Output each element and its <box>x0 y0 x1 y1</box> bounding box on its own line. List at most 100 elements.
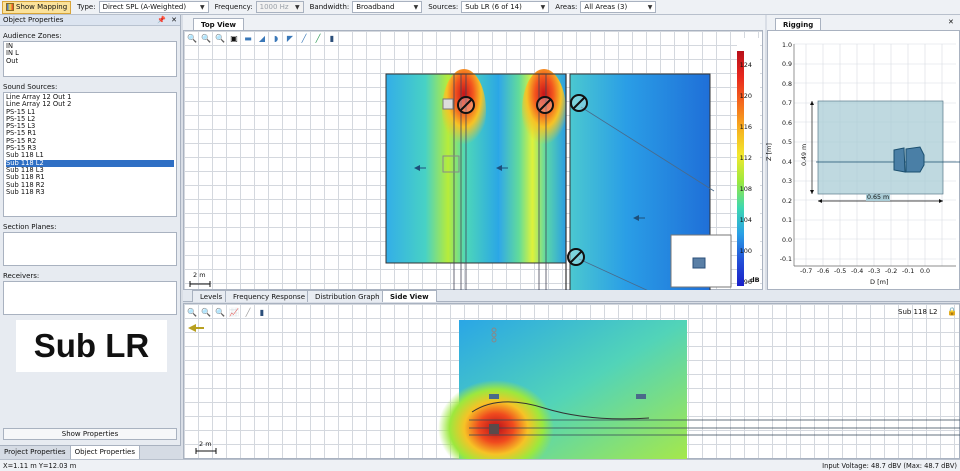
y-tick: -0.1 <box>779 256 792 263</box>
frequency-select[interactable]: 1000 Hz ▼ <box>255 1 304 13</box>
y-tick: 0.3 <box>781 178 792 185</box>
bandwidth-select[interactable]: Broadband ▼ <box>352 1 423 13</box>
lock-icon[interactable]: 🔒 <box>947 307 957 316</box>
y-tick: 0.1 <box>781 217 792 224</box>
section-planes-list[interactable] <box>3 232 177 266</box>
cursor-coordinates: X=1.11 m Y=12.03 m <box>3 461 77 470</box>
map-icon <box>6 3 14 11</box>
panel-header: Object Properties 📌 ✕ <box>0 15 180 26</box>
type-label: Type: <box>77 3 96 11</box>
side-view-canvas[interactable]: 🔍 🔍 🔍 📈 ╱ ▮ 2 m Sub 118 L2 🔒 <box>183 303 960 460</box>
y-tick: 0.5 <box>781 139 792 146</box>
colorbar-tick: 104 <box>739 216 752 224</box>
section-planes-label: Section Planes: <box>3 223 57 231</box>
x-tick: -0.1 <box>902 268 915 275</box>
frequency-select-value: 1000 Hz <box>259 3 289 11</box>
chevron-down-icon: ▼ <box>540 3 546 11</box>
audience-zones-label: Audience Zones: <box>3 32 62 40</box>
type-select-value: Direct SPL (A-Weighted) <box>102 3 187 11</box>
object-properties-panel: Object Properties 📌 ✕ Audience Zones: IN… <box>0 15 181 459</box>
colorbar-tick: 108 <box>739 185 752 193</box>
y-tick: 1.0 <box>781 42 792 49</box>
list-item[interactable]: Out <box>6 57 174 65</box>
sound-sources-list[interactable]: Line Array 12 Out 1 Line Array 12 Out 2 … <box>3 92 177 217</box>
y-axis-label: Z [m] <box>765 143 773 161</box>
status-bar: X=1.11 m Y=12.03 m Input Voltage: 48.7 d… <box>0 459 960 471</box>
input-voltage: Input Voltage: 48.7 dBV (Max: 48.7 dBV) <box>822 461 957 470</box>
chevron-down-icon: ▼ <box>413 3 419 11</box>
colorbar-tick: 116 <box>739 123 752 131</box>
bottom-tabbar: Levels Frequency Response Distribution G… <box>183 290 960 302</box>
top-view-canvas[interactable]: 🔍 🔍 🔍 ▣ ▬ ◢ ◗ ◤ ╱ ╱ ▮ 2 m 124 120 116 11… <box>183 30 763 291</box>
show-mapping-label: Show Mapping <box>16 3 68 11</box>
x-tick: -0.2 <box>885 268 898 275</box>
bandwidth-label: Bandwidth: <box>309 3 350 11</box>
width-dimension: 0.65 m <box>866 194 891 201</box>
rigging-y-ticks: 1.0 0.9 0.8 0.7 0.6 0.5 0.4 0.3 0.2 0.1 … <box>777 33 792 269</box>
rigging-plot <box>793 43 960 267</box>
x-axis-label: D [m] <box>870 278 889 286</box>
y-tick: 0.7 <box>781 100 792 107</box>
x-tick: -0.6 <box>817 268 830 275</box>
tab-distribution-graph[interactable]: Distribution Graph <box>307 290 388 302</box>
y-tick: 0.6 <box>781 120 792 127</box>
list-item[interactable]: IN L <box>6 49 174 57</box>
y-tick: 0.4 <box>781 159 792 166</box>
audience-zones-list[interactable]: IN IN L Out <box>3 41 177 77</box>
scale-label: 2 m <box>193 271 206 279</box>
tab-top-view[interactable]: Top View <box>193 18 245 30</box>
receivers-list[interactable] <box>3 281 177 315</box>
chevron-down-icon: ▼ <box>647 3 653 11</box>
colorbar-tick: 124 <box>739 61 752 69</box>
show-properties-button[interactable]: Show Properties <box>3 428 177 440</box>
tab-object-properties[interactable]: Object Properties <box>70 446 140 459</box>
x-tick: -0.4 <box>851 268 864 275</box>
frequency-label: Frequency: <box>214 3 253 11</box>
y-tick: 0.0 <box>781 237 792 244</box>
bandwidth-select-value: Broadband <box>356 3 395 11</box>
main-toolbar: Show Mapping Type: Direct SPL (A-Weighte… <box>0 0 960 15</box>
colorbar-tick: 112 <box>739 154 752 162</box>
rigging-x-ticks: -0.7 -0.6 -0.5 -0.4 -0.3 -0.2 -0.1 0.0 <box>768 268 960 278</box>
x-tick: -0.7 <box>800 268 813 275</box>
chevron-down-icon: ▼ <box>199 3 205 11</box>
top-view-pane: Top View 🔍 🔍 🔍 ▣ ▬ ◢ ◗ ◤ ╱ ╱ ▮ 2 m 124 1… <box>183 15 765 291</box>
areas-label: Areas: <box>555 3 578 11</box>
colorbar-unit: dB <box>750 276 760 284</box>
tab-rigging[interactable]: Rigging <box>775 18 822 30</box>
receivers-label: Receivers: <box>3 272 40 280</box>
colorbar-tick: 100 <box>739 247 752 255</box>
rigging-pane: Rigging ✕ 1.0 0.9 0.8 0.7 0.6 0.5 0.4 0.… <box>765 15 960 290</box>
show-mapping-button[interactable]: Show Mapping <box>2 0 72 14</box>
y-tick: 0.8 <box>781 81 792 88</box>
close-icon[interactable]: ✕ <box>171 16 177 24</box>
type-select[interactable]: Direct SPL (A-Weighted) ▼ <box>98 1 209 13</box>
tab-project-properties[interactable]: Project Properties <box>0 446 71 459</box>
selection-caption: Sub LR <box>16 320 167 372</box>
sources-select[interactable]: Sub LR (6 of 14) ▼ <box>461 1 550 13</box>
y-tick: 0.2 <box>781 198 792 205</box>
scale-label: 2 m <box>199 440 212 448</box>
colorbar-ticks: 124 120 116 112 108 104 100 96 <box>734 56 752 286</box>
top-view-map <box>189 69 732 291</box>
chevron-down-icon: ▼ <box>294 3 300 11</box>
list-item[interactable]: Sub 118 R3 <box>6 188 174 196</box>
x-tick: -0.5 <box>834 268 847 275</box>
selection-label: Sub 118 L2 <box>898 308 938 316</box>
sources-label: Sources: <box>428 3 459 11</box>
y-tick: 0.9 <box>781 61 792 68</box>
tab-frequency-response[interactable]: Frequency Response <box>225 290 314 302</box>
list-item[interactable]: IN <box>6 42 174 50</box>
side-view-map <box>188 320 960 460</box>
tab-side-view[interactable]: Side View <box>382 290 437 302</box>
areas-select-value: All Areas (3) <box>584 3 628 11</box>
x-tick: -0.3 <box>868 268 881 275</box>
sources-select-value: Sub LR (6 of 14) <box>465 3 522 11</box>
rigging-canvas[interactable]: 1.0 0.9 0.8 0.7 0.6 0.5 0.4 0.3 0.2 0.1 … <box>765 30 960 290</box>
x-tick: 0.0 <box>920 268 931 275</box>
pin-icon[interactable]: 📌 <box>157 16 166 24</box>
panel-title: Object Properties <box>3 16 64 24</box>
close-icon[interactable]: ✕ <box>948 18 954 26</box>
colorbar-tick: 120 <box>739 92 752 100</box>
areas-select[interactable]: All Areas (3) ▼ <box>580 1 657 13</box>
